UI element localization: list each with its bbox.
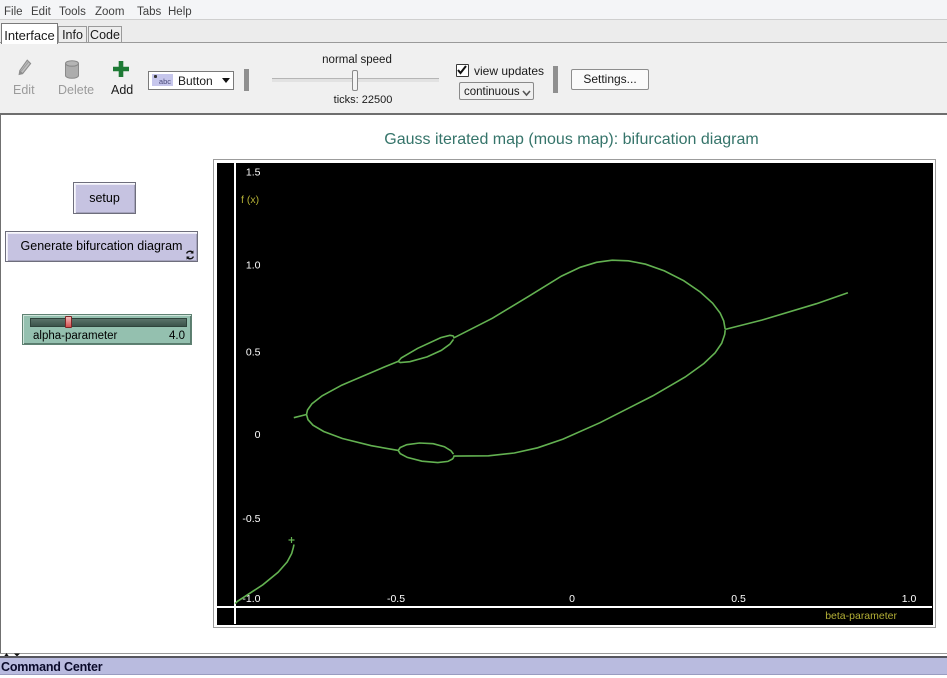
svg-text:-0.5: -0.5 — [387, 593, 405, 605]
svg-text:beta-parameter: beta-parameter — [825, 610, 897, 622]
svg-text:f (x): f (x) — [241, 194, 259, 206]
svg-text:0.5: 0.5 — [246, 347, 261, 359]
svg-text:1.0: 1.0 — [246, 260, 261, 272]
svg-text:0: 0 — [569, 593, 575, 605]
svg-text:1.0: 1.0 — [902, 593, 917, 605]
svg-text:0.5: 0.5 — [731, 593, 746, 605]
svg-text:0: 0 — [255, 429, 261, 441]
svg-text:-0.5: -0.5 — [242, 513, 260, 525]
svg-text:-1.0: -1.0 — [242, 593, 260, 605]
svg-text:1.5: 1.5 — [246, 167, 261, 179]
